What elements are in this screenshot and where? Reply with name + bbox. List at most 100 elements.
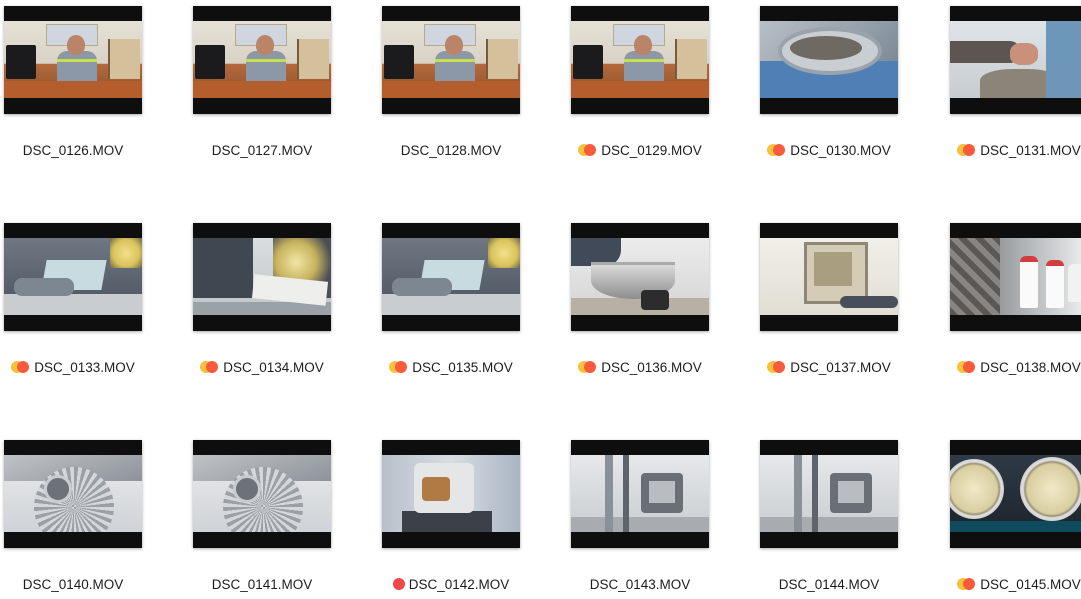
red-tag-icon: [395, 361, 408, 373]
file-item[interactable]: DSC_0130.MOV: [739, 0, 919, 190]
video-thumbnail[interactable]: [193, 6, 331, 114]
file-name: DSC_0128.MOV: [400, 143, 502, 158]
file-item[interactable]: DSC_0145.MOV: [929, 434, 1081, 599]
color-tags-icon: [957, 578, 976, 590]
thumbnail-image: [760, 455, 898, 532]
file-name: DSC_0133.MOV: [34, 360, 135, 375]
video-thumbnail[interactable]: [4, 6, 142, 114]
video-thumbnail[interactable]: [571, 223, 709, 331]
file-item[interactable]: DSC_0127.MOV: [172, 0, 352, 190]
file-name: DSC_0130.MOV: [790, 143, 891, 158]
file-name: DSC_0143.MOV: [589, 577, 691, 592]
red-tag-icon: [17, 361, 30, 373]
file-label[interactable]: DSC_0142.MOV: [361, 577, 541, 593]
file-name: DSC_0140.MOV: [22, 577, 124, 592]
file-label[interactable]: DSC_0128.MOV: [361, 143, 541, 159]
file-item[interactable]: DSC_0142.MOV: [361, 434, 541, 599]
file-label[interactable]: DSC_0144.MOV: [739, 577, 919, 593]
video-thumbnail[interactable]: [760, 223, 898, 331]
file-item[interactable]: DSC_0143.MOV: [550, 434, 730, 599]
video-thumbnail[interactable]: [760, 440, 898, 548]
video-thumbnail[interactable]: [193, 223, 331, 331]
file-item[interactable]: DSC_0136.MOV: [550, 217, 730, 407]
color-tags-icon: [957, 361, 976, 373]
red-tag-icon: [584, 361, 597, 373]
color-tags-icon: [957, 144, 976, 156]
video-thumbnail[interactable]: [4, 440, 142, 548]
thumbnail-image: [950, 21, 1081, 98]
file-item[interactable]: DSC_0126.MOV: [0, 0, 163, 190]
file-item[interactable]: DSC_0140.MOV: [0, 434, 163, 599]
file-name: DSC_0131.MOV: [980, 143, 1081, 158]
file-label[interactable]: DSC_0134.MOV: [172, 360, 352, 376]
file-label[interactable]: DSC_0130.MOV: [739, 143, 919, 159]
thumbnail-image: [950, 238, 1081, 315]
file-item[interactable]: DSC_0134.MOV: [172, 217, 352, 407]
video-thumbnail[interactable]: [571, 6, 709, 114]
color-tags-icon: [578, 144, 597, 156]
thumbnail-image: [571, 455, 709, 532]
video-thumbnail[interactable]: [382, 440, 520, 548]
thumbnail-image: [382, 238, 520, 315]
file-label[interactable]: DSC_0138.MOV: [929, 360, 1081, 376]
thumbnail-image: [571, 21, 709, 98]
video-thumbnail[interactable]: [950, 440, 1081, 548]
file-name: DSC_0137.MOV: [790, 360, 891, 375]
color-tags-icon: [767, 361, 786, 373]
color-tags-icon: [11, 361, 30, 373]
red-tag-icon: [963, 361, 976, 373]
file-label[interactable]: DSC_0141.MOV: [172, 577, 352, 593]
file-name: DSC_0145.MOV: [980, 577, 1081, 592]
thumbnail-image: [571, 238, 709, 315]
color-tags-icon: [578, 361, 597, 373]
file-name: DSC_0142.MOV: [408, 577, 510, 592]
file-name: DSC_0136.MOV: [601, 360, 702, 375]
video-thumbnail[interactable]: [571, 440, 709, 548]
red-tag-icon: [963, 578, 976, 590]
file-name: DSC_0134.MOV: [223, 360, 324, 375]
red-tag-icon: [963, 144, 976, 156]
color-tags-icon: [767, 144, 786, 156]
thumbnail-image: [382, 21, 520, 98]
video-thumbnail[interactable]: [950, 223, 1081, 331]
file-item[interactable]: DSC_0144.MOV: [739, 434, 919, 599]
red-tag-icon: [392, 578, 405, 590]
file-label[interactable]: DSC_0136.MOV: [550, 360, 730, 376]
file-label[interactable]: DSC_0126.MOV: [0, 143, 163, 159]
thumbnail-image: [4, 455, 142, 532]
file-name: DSC_0138.MOV: [980, 360, 1081, 375]
file-item[interactable]: DSC_0137.MOV: [739, 217, 919, 407]
video-thumbnail[interactable]: [950, 6, 1081, 114]
file-label[interactable]: DSC_0143.MOV: [550, 577, 730, 593]
file-label[interactable]: DSC_0137.MOV: [739, 360, 919, 376]
file-name: DSC_0127.MOV: [211, 143, 313, 158]
video-thumbnail[interactable]: [193, 440, 331, 548]
file-item[interactable]: DSC_0128.MOV: [361, 0, 541, 190]
red-tag-icon: [206, 361, 219, 373]
file-name: DSC_0135.MOV: [412, 360, 513, 375]
file-name: DSC_0141.MOV: [211, 577, 313, 592]
file-label[interactable]: DSC_0135.MOV: [361, 360, 541, 376]
red-tag-icon: [773, 361, 786, 373]
red-tag-icon: [584, 144, 597, 156]
file-item[interactable]: DSC_0138.MOV: [929, 217, 1081, 407]
file-label[interactable]: DSC_0145.MOV: [929, 577, 1081, 593]
thumbnail-image: [760, 238, 898, 315]
file-item[interactable]: DSC_0135.MOV: [361, 217, 541, 407]
file-label[interactable]: DSC_0140.MOV: [0, 577, 163, 593]
file-label[interactable]: DSC_0129.MOV: [550, 143, 730, 159]
file-item[interactable]: DSC_0141.MOV: [172, 434, 352, 599]
video-thumbnail[interactable]: [382, 6, 520, 114]
video-thumbnail[interactable]: [4, 223, 142, 331]
thumbnail-image: [760, 21, 898, 98]
video-thumbnail[interactable]: [382, 223, 520, 331]
file-label[interactable]: DSC_0131.MOV: [929, 143, 1081, 159]
file-item[interactable]: DSC_0131.MOV: [929, 0, 1081, 190]
thumbnail-image: [4, 21, 142, 98]
file-item[interactable]: DSC_0133.MOV: [0, 217, 163, 407]
video-thumbnail[interactable]: [760, 6, 898, 114]
file-label[interactable]: DSC_0133.MOV: [0, 360, 163, 376]
thumbnail-image: [4, 238, 142, 315]
file-label[interactable]: DSC_0127.MOV: [172, 143, 352, 159]
file-item[interactable]: DSC_0129.MOV: [550, 0, 730, 190]
